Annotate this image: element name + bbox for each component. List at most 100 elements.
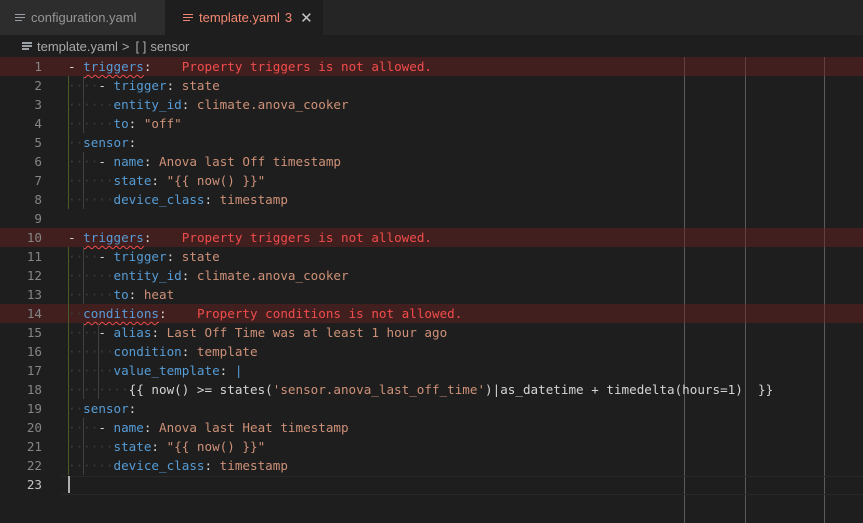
line-content: - triggers: Property triggers is not all…: [68, 57, 432, 76]
yaml-key: entity_id: [113, 97, 182, 112]
code-token: -: [68, 59, 84, 74]
yaml-key: to: [113, 287, 129, 302]
code-token: ······: [68, 173, 114, 188]
yaml-value: "{{ now() }}": [166, 439, 266, 454]
line-content: ····- alias: Last Off Time was at least …: [68, 323, 447, 342]
tab-label: template.yaml: [199, 10, 280, 25]
code-line[interactable]: 7 ······state: "{{ now() }}": [0, 171, 863, 190]
yaml-key: name: [113, 154, 144, 169]
code-token: :: [128, 116, 144, 131]
code-line[interactable]: 5 ··sensor:: [0, 133, 863, 152]
line-content: ······device_class: timestamp: [68, 456, 288, 475]
code-token: ······: [68, 192, 114, 207]
breadcrumb-symbol[interactable]: sensor: [150, 39, 189, 54]
line-content: ········{{ now() >= states('sensor.anova…: [68, 380, 773, 399]
line-number: 16: [26, 344, 42, 359]
code-line[interactable]: 4 ······to: "off": [0, 114, 863, 133]
code-line-error[interactable]: 14 ··conditions: Property conditions is n…: [0, 304, 863, 323]
indent-guide: [68, 247, 69, 475]
code-line[interactable]: 16 ······condition: template: [0, 342, 863, 361]
tab-configuration-yaml[interactable]: configuration.yaml: [0, 0, 165, 35]
line-content: ······entity_id: climate.anova_cooker: [68, 266, 349, 285]
line-content: ····- trigger: state: [68, 247, 220, 266]
line-number: 10: [26, 230, 42, 245]
line-number: 2: [34, 78, 42, 93]
line-number: 9: [34, 211, 42, 226]
code-line[interactable]: 6 ····- name: Anova last Off timestamp: [0, 152, 863, 171]
code-token: ······: [68, 268, 114, 283]
line-content: ······device_class: timestamp: [68, 190, 288, 209]
code-line[interactable]: 18 ········{{ now() >= states('sensor.ano…: [0, 380, 863, 399]
code-token: :: [143, 154, 160, 169]
yaml-key: sensor: [83, 135, 129, 150]
code-token: -: [68, 230, 84, 245]
code-line[interactable]: 22 ······device_class: timestamp: [0, 456, 863, 475]
code-token: ······: [68, 344, 114, 359]
line-number: 22: [26, 458, 42, 473]
yaml-key: name: [113, 420, 144, 435]
code-token: :: [159, 306, 167, 321]
code-token: :: [166, 249, 182, 264]
line-content: ··sensor:: [68, 133, 136, 152]
yaml-key: trigger: [113, 249, 167, 264]
code-token: ······: [68, 97, 114, 112]
code-token: ··: [68, 135, 84, 150]
code-line[interactable]: 15 ····- alias: Last Off Time was at leas…: [0, 323, 863, 342]
line-number: 15: [26, 325, 42, 340]
code-line[interactable]: 3 ······entity_id: climate.anova_cooker: [0, 95, 863, 114]
code-line[interactable]: 21 ······state: "{{ now() }}": [0, 437, 863, 456]
file-lines-icon: [22, 41, 32, 51]
yaml-key: value_template: [113, 363, 220, 378]
code-editor[interactable]: 1 - triggers: Property triggers is not al…: [0, 57, 863, 523]
line-number: 21: [26, 439, 42, 454]
code-line[interactable]: 17 ······value_template: |: [0, 361, 863, 380]
line-content: ······state: "{{ now() }}": [68, 437, 265, 456]
code-token: :: [128, 135, 137, 150]
yaml-key: alias: [113, 325, 152, 340]
code-token: ······: [68, 458, 114, 473]
code-line[interactable]: 19 ··sensor:: [0, 399, 863, 418]
code-token: -: [98, 325, 114, 340]
indent-guide: [83, 152, 85, 209]
code-line[interactable]: 20 ····- name: Anova last Heat timestamp: [0, 418, 863, 437]
code-line[interactable]: 2 ····- trigger: state: [0, 76, 863, 95]
yaml-value: timestamp: [219, 192, 288, 207]
code-line[interactable]: 9: [0, 209, 863, 228]
code-line-error[interactable]: 1 - triggers: Property triggers is not al…: [0, 57, 863, 76]
close-icon[interactable]: ✕: [300, 9, 313, 27]
file-lines-icon: [15, 13, 25, 23]
breadcrumb: template.yaml > [ ] sensor: [0, 35, 863, 57]
symbol-array-icon: [ ]: [135, 38, 147, 54]
line-content: ······value_template: |: [68, 361, 242, 380]
yaml-key: sensor: [83, 401, 129, 416]
yaml-value: timestamp: [219, 458, 288, 473]
code-token: ······: [68, 439, 114, 454]
tab-template-yaml[interactable]: template.yaml 3 ✕: [165, 0, 323, 35]
code-token: :: [128, 401, 137, 416]
code-line[interactable]: 11 ····- trigger: state: [0, 247, 863, 266]
code-token: :: [128, 287, 144, 302]
code-line-error[interactable]: 10 - triggers: Property triggers is not a…: [0, 228, 863, 247]
yaml-key: trigger: [113, 78, 167, 93]
line-content: ······condition: template: [68, 342, 258, 361]
current-line-highlight: [62, 476, 863, 495]
code-line[interactable]: 8 ······device_class: timestamp: [0, 190, 863, 209]
indent-guide: [83, 247, 85, 304]
code-token: ······: [68, 363, 114, 378]
yaml-value: Anova last Heat timestamp: [159, 420, 349, 435]
yaml-key: condition: [113, 344, 182, 359]
code-token: ······: [68, 116, 114, 131]
yaml-key: entity_id: [113, 268, 182, 283]
line-content: ····- name: Anova last Heat timestamp: [68, 418, 349, 437]
error-message: Property conditions is not allowed.: [196, 306, 463, 321]
breadcrumb-file[interactable]: template.yaml: [37, 39, 118, 54]
code-line[interactable]: 12 ······entity_id: climate.anova_cooker: [0, 266, 863, 285]
yaml-value: state: [181, 249, 220, 264]
file-lines-icon: [183, 13, 193, 23]
line-content: ··sensor:: [68, 399, 136, 418]
code-token: :: [181, 344, 197, 359]
problem-count-badge: 3: [284, 10, 293, 25]
code-line[interactable]: 13 ······to: heat: [0, 285, 863, 304]
